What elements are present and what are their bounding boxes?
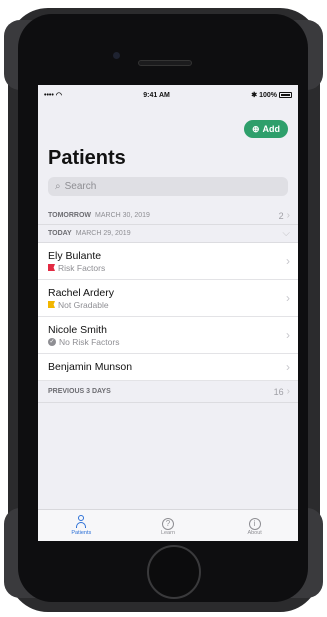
section-date: MARCH 30, 2019	[95, 212, 150, 219]
page-title: Patients	[48, 147, 126, 169]
tab-bar: Patients ? Learn i About	[38, 509, 298, 541]
earpiece-speaker	[138, 60, 192, 66]
add-patient-button[interactable]: ⊕ Add	[243, 120, 288, 138]
status-left: •••• ◠	[44, 91, 62, 100]
person-icon	[75, 515, 87, 529]
section-count: 2	[278, 210, 284, 221]
check-circle-icon: ✓	[48, 337, 56, 346]
signal-icon: ••••	[44, 91, 54, 99]
patient-row-text: Benjamin Munson	[48, 361, 132, 373]
patient-status-text: Risk Factors	[58, 262, 106, 273]
chevron-right-icon: ›	[286, 328, 290, 342]
section-tomorrow-count-wrap: 2 ›	[279, 210, 290, 221]
patient-row[interactable]: Nicole Smith ✓ No Risk Factors ›	[38, 317, 298, 354]
battery-percent: 100%	[259, 91, 277, 99]
tab-about[interactable]: i About	[220, 515, 290, 536]
patient-row-text: Nicole Smith ✓ No Risk Factors	[48, 324, 119, 347]
section-previous-count-wrap: 16 ›	[274, 386, 290, 397]
patient-row[interactable]: Rachel Ardery Not Gradable ›	[38, 280, 298, 317]
status-time: 9:41 AM	[143, 91, 170, 99]
patient-status: Not Gradable	[48, 300, 114, 310]
search-input[interactable]: ⌕ Search	[48, 177, 288, 196]
section-tomorrow[interactable]: TOMORROW MARCH 30, 2019 2 ›	[38, 207, 298, 225]
status-right: ✱ 100%	[251, 91, 292, 99]
person-icon-head	[78, 515, 85, 521]
chevron-right-icon: ›	[286, 291, 290, 305]
chevron-right-icon: ›	[286, 360, 290, 374]
person-icon-body	[76, 522, 87, 528]
patient-name: Nicole Smith	[48, 323, 107, 336]
patient-name: Ely Bulante	[48, 249, 102, 262]
info-circle-icon: i	[248, 515, 261, 530]
patient-row[interactable]: Benjamin Munson ›	[38, 354, 298, 381]
add-button-label: Add	[262, 124, 281, 134]
question-circle-icon: ?	[161, 515, 174, 530]
battery-icon	[278, 92, 292, 98]
patient-row[interactable]: Ely Bulante Risk Factors ›	[38, 243, 298, 280]
tab-learn[interactable]: ? Learn	[133, 515, 203, 536]
bluetooth-icon: ✱	[251, 92, 258, 99]
patient-status-text: Not Gradable	[58, 299, 109, 310]
section-today-title: TODAY MARCH 29, 2019	[48, 230, 131, 237]
chevron-right-icon: ›	[286, 386, 290, 397]
patient-status: Risk Factors	[48, 263, 105, 273]
add-patient-icon: ⊕	[251, 123, 260, 134]
patient-row-text: Rachel Ardery Not Gradable	[48, 287, 114, 310]
chevron-down-icon: ⌵	[282, 228, 290, 239]
section-previous-title: PREVIOUS 3 DAYS	[48, 388, 115, 395]
tab-patients[interactable]: Patients	[46, 515, 116, 536]
home-button[interactable]	[147, 545, 201, 599]
header-actions: ⊕ Add	[38, 105, 298, 138]
tab-label: Patients	[71, 530, 92, 536]
tab-label: Learn	[160, 530, 176, 536]
tab-label: About	[247, 530, 262, 536]
front-camera	[113, 52, 120, 59]
section-tomorrow-title: TOMORROW MARCH 30, 2019	[48, 212, 150, 219]
patient-row-text: Ely Bulante Risk Factors	[48, 250, 105, 273]
section-today[interactable]: TODAY MARCH 29, 2019 ⌵	[38, 225, 298, 243]
patient-status: ✓ No Risk Factors	[48, 337, 119, 347]
app-screen: •••• ◠ 9:41 AM ✱ 100% ⊕ Add Patients ⌕ S…	[38, 85, 298, 541]
search-placeholder: Search	[64, 181, 97, 192]
section-count: 16	[273, 386, 284, 397]
patient-list: Ely Bulante Risk Factors › Rachel Ardery…	[38, 243, 298, 381]
section-date: MARCH 29, 2019	[75, 230, 131, 237]
chevron-right-icon: ›	[286, 254, 290, 268]
section-label: TODAY	[48, 230, 72, 237]
section-previous[interactable]: PREVIOUS 3 DAYS 16 ›	[38, 381, 298, 403]
patient-name: Benjamin Munson	[48, 361, 133, 373]
patient-name: Rachel Ardery	[48, 286, 114, 299]
yellow-flag-icon	[48, 301, 55, 308]
section-label: PREVIOUS 3 DAYS	[48, 388, 111, 395]
patient-status-text: No Risk Factors	[59, 336, 120, 347]
section-label: TOMORROW	[48, 212, 92, 219]
wifi-icon: ◠	[55, 92, 62, 99]
search-icon: ⌕	[55, 181, 61, 192]
chevron-right-icon: ›	[286, 210, 290, 221]
red-flag-icon	[48, 264, 55, 271]
status-bar: •••• ◠ 9:41 AM ✱ 100%	[38, 85, 298, 105]
